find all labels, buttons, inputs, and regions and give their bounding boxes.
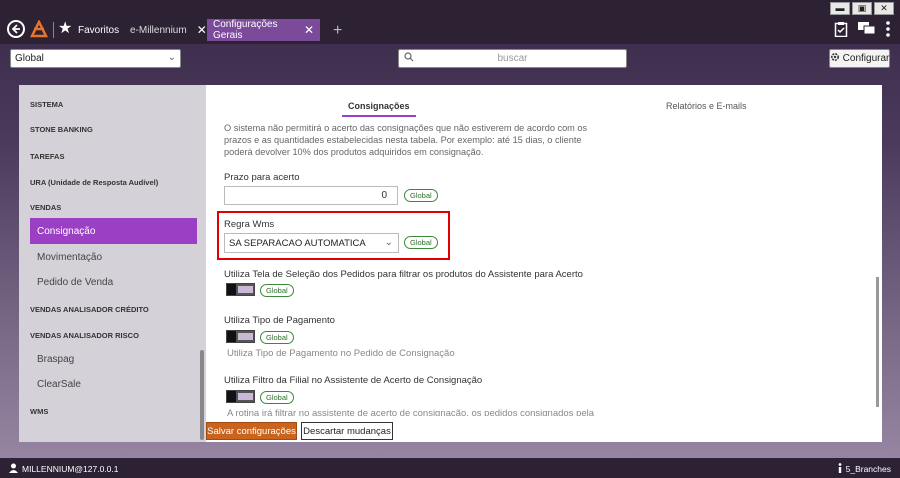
chat-icon[interactable] [858, 22, 876, 39]
tab-configuracoes-gerais[interactable]: Configurações Gerais ✕ [207, 19, 320, 41]
tab-label: Configurações Gerais [213, 19, 278, 41]
sidebar-item-wms[interactable]: WMS [19, 398, 197, 424]
close-icon[interactable]: ✕ [197, 23, 207, 37]
regra-wms-value: SA SEPARACAO AUTOMATICA [229, 238, 366, 249]
global-badge: Global [260, 331, 294, 344]
branch-label: 5_Branches [845, 464, 891, 474]
search-input[interactable]: buscar [398, 49, 627, 68]
tela-selecao-label: Utiliza Tela de Seleção dos Pedidos para… [224, 269, 583, 280]
title-bar: ▬ ▣ ✕ ★ Favoritos e-Millennium ✕ Configu… [0, 0, 900, 44]
sidebar-item-vendas-analisador-risco[interactable]: VENDAS ANALISADOR RISCO [19, 322, 197, 348]
user-label: MILLENNIUM@127.0.0.1 [22, 464, 119, 474]
divider [53, 22, 54, 38]
toggle-knob [227, 284, 236, 295]
main-scrollbar[interactable] [876, 277, 879, 407]
gear-icon [830, 52, 840, 65]
configure-button[interactable]: Configurar [829, 49, 890, 68]
status-branch: 5_Branches [838, 463, 891, 475]
sidebar-item-tarefas[interactable]: TAREFAS [19, 143, 197, 169]
close-button[interactable]: ✕ [874, 2, 894, 15]
discard-button[interactable]: Descartar mudanças [301, 422, 393, 440]
minimize-button[interactable]: ▬ [830, 2, 850, 15]
status-bar: MILLENNIUM@127.0.0.1 5_Branches [0, 458, 900, 478]
consignment-description: O sistema não permitirá o acerto das con… [224, 123, 588, 157]
window-controls: ▬ ▣ ✕ [830, 2, 894, 15]
tipo-pagamento-description: Utiliza Tipo de Pagamento no Pedido de C… [227, 348, 455, 359]
maximize-button[interactable]: ▣ [852, 2, 872, 15]
user-icon [9, 463, 18, 475]
search-placeholder: buscar [497, 53, 528, 64]
toggle-track [238, 393, 253, 400]
global-badge: Global [404, 236, 438, 249]
active-tab-indicator [342, 115, 416, 117]
add-tab-icon[interactable]: + [333, 23, 342, 39]
sidebar-item-pedido-de-venda[interactable]: Pedido de Venda [19, 269, 197, 295]
more-vertical-icon[interactable] [886, 21, 890, 40]
tab-e-millennium[interactable]: e-Millennium ✕ [124, 19, 213, 41]
tipo-pagamento-toggle[interactable] [226, 330, 255, 343]
star-icon[interactable]: ★ [58, 21, 72, 37]
sidebar-scrollbar[interactable] [200, 350, 204, 440]
favorites-label[interactable]: Favoritos [78, 25, 119, 36]
clipboard-icon[interactable] [834, 21, 848, 40]
sidebar-item-braspag[interactable]: Braspag [19, 346, 197, 372]
toggle-track [238, 286, 253, 293]
sidebar-item-vendas[interactable]: VENDAS [19, 194, 197, 220]
header-right-icons [834, 21, 890, 40]
toolbar: Global ⌄ buscar Configurar [0, 44, 900, 76]
toggle-knob [227, 391, 236, 402]
sidebar-item-sistema[interactable]: SISTEMA [19, 91, 197, 117]
sidebar-item-movimentacao[interactable]: Movimentação [19, 244, 197, 270]
prazo-input[interactable]: 0 [224, 186, 398, 205]
scope-select[interactable]: Global ⌄ [10, 49, 181, 68]
tela-selecao-toggle[interactable] [226, 283, 255, 296]
global-badge: Global [260, 284, 294, 297]
configure-label: Configurar [842, 53, 890, 64]
millennium-logo-icon [29, 19, 49, 38]
tipo-pagamento-label: Utiliza Tipo de Pagamento [224, 315, 335, 326]
toggle-knob [227, 331, 236, 342]
chevron-down-icon: ⌄ [167, 52, 176, 63]
sidebar-item-consignacao[interactable]: Consignação [30, 218, 197, 244]
prazo-label: Prazo para acerto [224, 172, 300, 183]
arrow-left-icon[interactable] [7, 20, 25, 38]
status-user: MILLENNIUM@127.0.0.1 [9, 463, 119, 475]
search-icon [404, 52, 414, 65]
sidebar-item-vendas-analisador-credito[interactable]: VENDAS ANALISADOR CRÉDITO [19, 296, 197, 322]
sidebar-item-stone-banking[interactable]: STONE BANKING [19, 116, 197, 142]
sidebar: SISTEMA STONE BANKING TAREFAS URA (Unida… [19, 85, 206, 442]
sidebar-item-clearsale[interactable]: ClearSale [19, 371, 197, 397]
filtro-filial-description: A rotina irá filtrar no assistente de ac… [227, 408, 595, 416]
regra-wms-label: Regra Wms [224, 219, 275, 230]
filtro-filial-toggle[interactable] [226, 390, 255, 403]
scope-value: Global [15, 53, 44, 64]
chevron-down-icon: ⌄ [384, 237, 393, 248]
main-panel: Consignações Relatórios e E-mails O sist… [206, 85, 882, 442]
global-badge: Global [404, 189, 438, 202]
tab-relatorios-emails[interactable]: Relatórios e E-mails [666, 101, 747, 111]
global-badge: Global [260, 391, 294, 404]
tab-consignacoes[interactable]: Consignações [348, 101, 410, 111]
close-icon[interactable]: ✕ [304, 23, 314, 37]
regra-wms-select[interactable]: SA SEPARACAO AUTOMATICA ⌄ [224, 233, 399, 253]
tab-label: e-Millennium [130, 24, 187, 36]
filtro-filial-label: Utiliza Filtro da Filial no Assistente d… [224, 375, 483, 386]
toggle-track [238, 333, 253, 340]
save-button[interactable]: Salvar configurações [206, 422, 297, 440]
info-icon [838, 463, 842, 475]
sidebar-item-ura[interactable]: URA (Unidade de Resposta Audível) [19, 169, 197, 195]
